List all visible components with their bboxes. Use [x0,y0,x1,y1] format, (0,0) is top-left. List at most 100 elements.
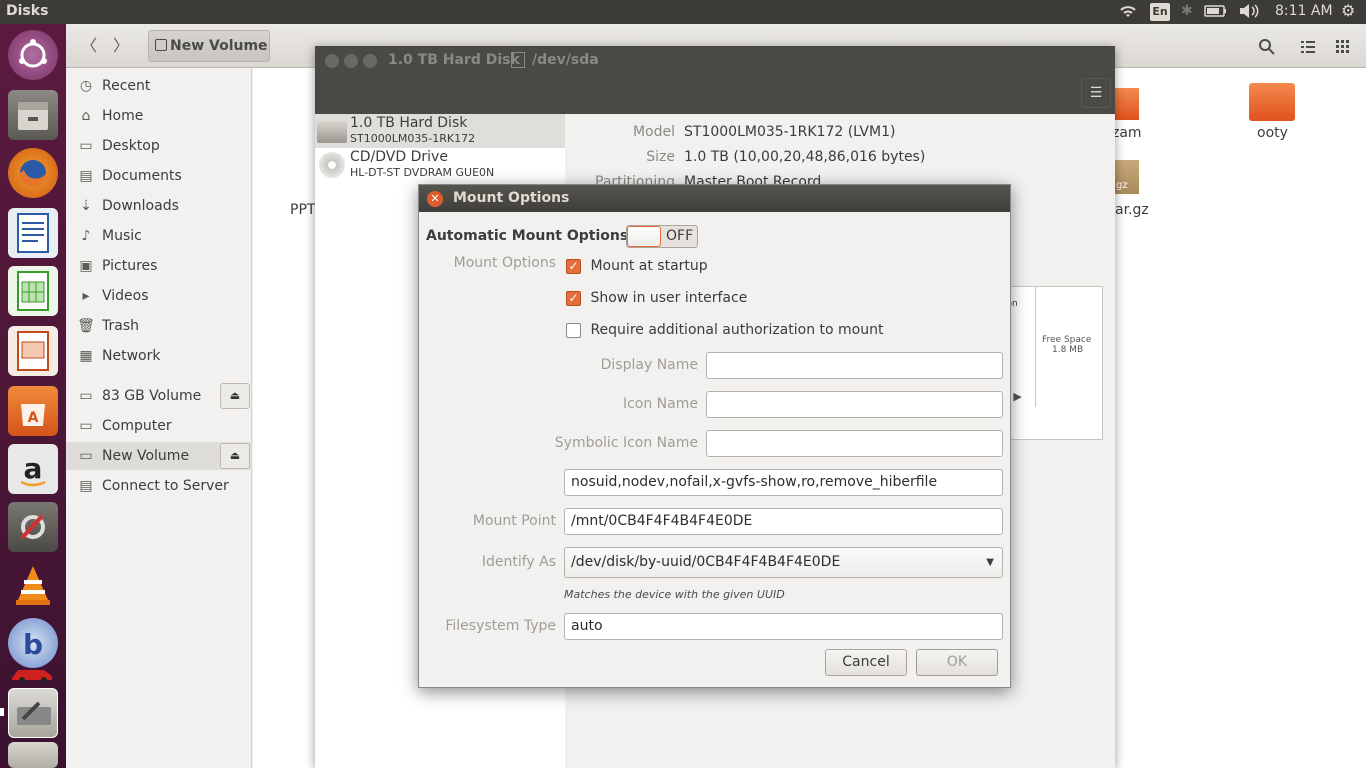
vlc-icon[interactable] [8,560,58,610]
drive-icon: ▭ [79,448,93,464]
show-in-ui-row[interactable]: ✓ Show in user interface [566,290,747,306]
filesystem-type-label: Filesystem Type [445,618,556,634]
sidebar-item-network[interactable]: ▦ Network [66,342,252,370]
back-button[interactable]: 〈 [74,32,104,60]
search-icon[interactable] [1252,32,1282,60]
sidebar-item-label: Music [102,228,142,244]
list-view-icon[interactable] [1293,32,1323,60]
show-in-ui-checkbox[interactable]: ✓ [566,290,581,306]
sidebar-item-pictures[interactable]: ▣ Pictures [66,252,252,280]
bluetooth-icon[interactable]: ✱ [1181,3,1193,19]
device-path: /dev/sda [532,52,599,68]
sidebar-item-downloads[interactable]: ⇣ Downloads [66,192,252,220]
calc-icon[interactable] [8,266,58,316]
file-label[interactable]: ar.gz [1115,202,1149,218]
files-icon[interactable] [8,90,58,140]
eject-icon[interactable]: ⏏ [220,383,250,409]
sidebar-item-videos[interactable]: ▸ Videos [66,282,252,310]
mount-options-dialog: ✕ Mount Options Automatic Mount Options … [418,184,1011,688]
documents-icon: ▤ [79,168,93,184]
file-label[interactable]: zam [1112,125,1142,141]
mount-options-field[interactable]: nosuid,nodev,nofail,x-gvfs-show,ro,remov… [564,469,1003,496]
server-icon: ▤ [79,478,93,494]
writer-icon[interactable] [8,208,58,258]
disks-utility-icon[interactable] [8,688,58,738]
car-game-icon[interactable] [8,662,58,684]
display-name-field[interactable] [706,352,1003,379]
mount-at-startup-checkbox[interactable]: ✓ [566,258,581,274]
file-label[interactable]: ooty [1257,125,1288,141]
sidebar-item-documents[interactable]: ▤ Documents [66,162,252,190]
menu-icon[interactable]: ☰ [1081,78,1111,108]
symbolic-icon-name-field[interactable] [706,430,1003,457]
forward-button[interactable]: 〉 [106,32,136,60]
close-icon[interactable]: ✕ [427,191,443,207]
bleachbit-icon[interactable]: b [8,618,58,668]
auto-mount-switch[interactable]: OFF [626,225,698,248]
sidebar: ◷ Recent ⌂ Home ▭ Desktop ▤ Documents ⇣ Downl… [66,68,252,768]
removable-drive-icon[interactable] [8,742,58,768]
sidebar-item-label: Connect to Server [102,478,229,494]
music-icon: ♪ [81,228,91,244]
sidebar-item-music[interactable]: ♪ Music [66,222,252,250]
computer-icon: ▭ [79,418,93,434]
grid-view-icon[interactable] [1328,32,1358,60]
clock[interactable]: 8:11 AM [1275,3,1333,19]
sidebar-item-83gb-volume[interactable]: ▭ 83 GB Volume ⏏ [66,382,252,410]
drive-icon: ▭ [79,388,93,404]
path-bar-button[interactable]: New Volume [148,30,270,62]
battery-icon[interactable] [1204,3,1228,23]
volume-icon[interactable] [1238,3,1260,23]
folder-icon[interactable] [1115,88,1139,120]
sidebar-item-desktop[interactable]: ▭ Desktop [66,132,252,160]
window-title: 1.0 TB Hard Disk [388,52,520,68]
firefox-icon[interactable] [8,148,58,198]
minimize-icon[interactable] [344,54,358,68]
path-label: New Volume [170,38,268,54]
mount-point-field[interactable]: /mnt/0CB4F4F4B4F4E0DE [564,508,1003,535]
wifi-icon[interactable] [1118,3,1138,23]
sidebar-item-connect-to-server[interactable]: ▤ Connect to Server [66,472,252,500]
keyboard-layout-indicator[interactable]: En [1150,3,1170,21]
switch-knob [627,226,661,247]
sidebar-item-new-volume[interactable]: ▭ New Volume ⏏ [66,442,252,470]
software-center-icon[interactable]: A [8,386,58,436]
dash-home-icon[interactable] [8,30,58,80]
drive-item-dvd[interactable]: CD/DVD Drive HL-DT-ST DVDRAM GUE0N [315,148,565,182]
drive-model: ST1000LM035-1RK172 [350,132,476,145]
drive-item-hdd[interactable]: 1.0 TB Hard Disk ST1000LM035-1RK172 [315,114,565,148]
maximize-icon[interactable] [363,54,377,68]
sidebar-item-trash[interactable]: 🗑 Trash [66,312,252,340]
running-indicator [0,708,4,716]
sidebar-item-computer[interactable]: ▭ Computer [66,412,252,440]
identify-as-select[interactable]: /dev/disk/by-uuid/0CB4F4F4B4F4E0DE ▼ [564,547,1003,578]
home-icon: ⌂ [81,108,91,124]
require-auth-checkbox[interactable] [566,322,581,338]
checkbox-label: Mount at startup [590,258,708,274]
cancel-button[interactable]: Cancel [825,649,907,676]
system-settings-icon[interactable] [8,502,58,552]
sidebar-item-label: Documents [102,168,182,184]
eject-icon[interactable]: ⏏ [220,443,250,469]
auto-mount-label: Automatic Mount Options [426,228,629,244]
size-value: 1.0 TB (10,00,20,48,86,016 bytes) [684,149,926,165]
icon-name-field[interactable] [706,391,1003,418]
impress-icon[interactable] [8,326,58,376]
pictures-icon: ▣ [79,258,93,274]
mount-at-startup-row[interactable]: ✓ Mount at startup [566,258,708,274]
model-label: Model [632,124,675,140]
launcher: A a b [0,24,66,768]
sidebar-item-label: New Volume [102,448,190,464]
sidebar-item-home[interactable]: ⌂ Home [66,102,252,130]
close-icon[interactable] [325,54,339,68]
sidebar-item-recent[interactable]: ◷ Recent [66,72,252,100]
gear-icon[interactable]: ⚙ [1341,1,1355,20]
folder-icon[interactable] [1249,83,1295,121]
svg-text:a: a [24,452,43,485]
amazon-icon[interactable]: a [8,444,58,494]
archive-icon[interactable]: gz [1113,160,1139,194]
sidebar-item-label: Videos [102,288,149,304]
ok-button[interactable]: OK [916,649,998,676]
filesystem-type-field[interactable]: auto [564,613,1003,640]
require-auth-row[interactable]: Require additional authorization to moun… [566,322,883,338]
